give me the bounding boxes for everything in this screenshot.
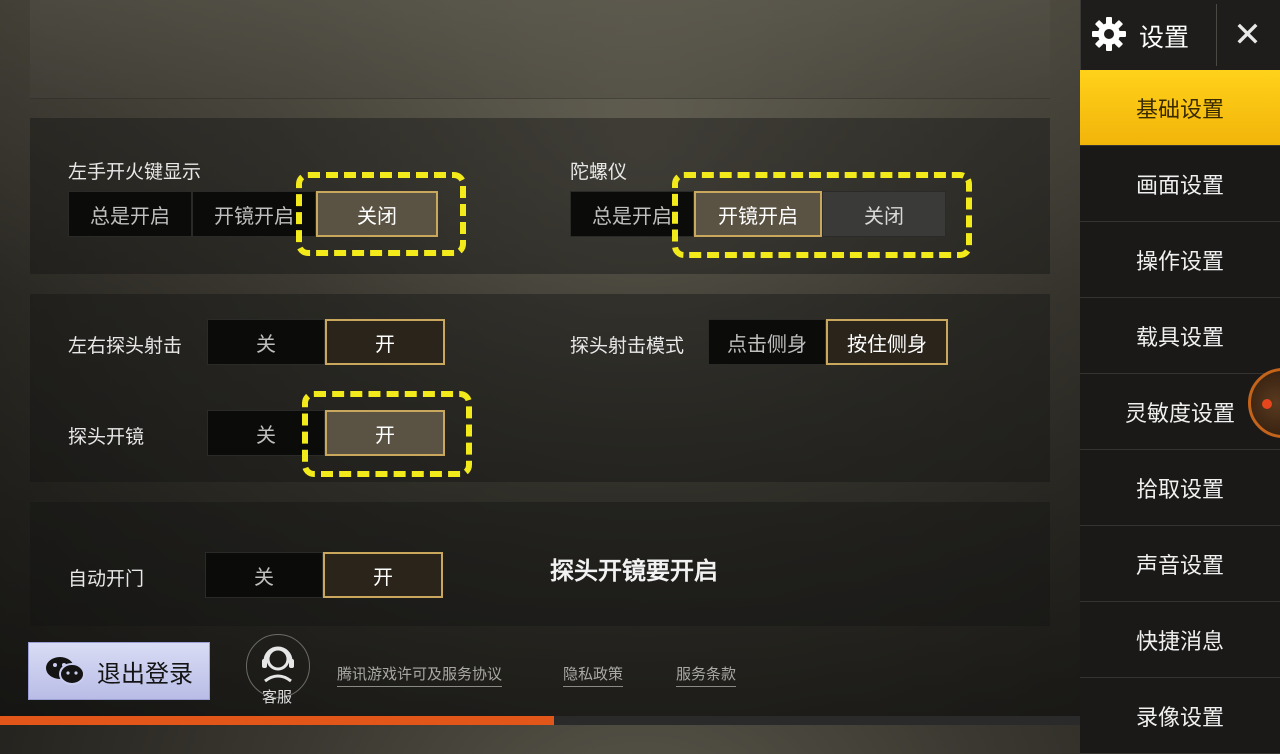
sidebar-item-audio[interactable]: 声音设置	[1080, 526, 1280, 602]
peek-mode-option-tap[interactable]: 点击侧身	[708, 319, 826, 365]
highlight-peek-scope-on	[302, 391, 472, 477]
logout-button[interactable]: 退出登录	[28, 642, 210, 700]
peek-scope-label: 探头开镜	[68, 426, 145, 448]
highlight-gyro	[672, 172, 972, 258]
peek-fire-label: 左右探头射击	[68, 335, 183, 357]
peek-mode-label: 探头射击模式	[570, 335, 685, 357]
peek-fire-option-on[interactable]: 开	[325, 319, 445, 365]
sidebar-item-basic[interactable]: 基础设置	[1080, 70, 1280, 146]
peek-fire-option-off[interactable]: 关	[207, 319, 325, 365]
auto-door-segment: 关 开	[205, 552, 443, 598]
video-progress-bar[interactable]	[0, 716, 1080, 725]
gyro-label: 陀螺仪	[570, 161, 628, 183]
sidebar-item-replay[interactable]: 录像设置	[1080, 678, 1280, 754]
sidebar-item-graphics[interactable]: 画面设置	[1080, 146, 1280, 222]
close-button[interactable]: ✕	[1216, 4, 1278, 66]
left-fire-option-always[interactable]: 总是开启	[68, 191, 192, 237]
auto-door-option-on[interactable]: 开	[323, 552, 443, 598]
close-icon: ✕	[1233, 15, 1262, 55]
annotation-text: 探头开镜要开启	[550, 557, 718, 585]
logout-label: 退出登录	[97, 659, 193, 688]
panel-door	[30, 502, 1050, 626]
link-terms-of-service[interactable]: 服务条款	[676, 663, 737, 687]
wechat-icon	[46, 657, 85, 685]
left-fire-label: 左手开火键显示	[68, 161, 202, 183]
sidebar-item-quick-message[interactable]: 快捷消息	[1080, 602, 1280, 678]
link-privacy-policy[interactable]: 隐私政策	[563, 663, 624, 687]
customer-service-label: 客服	[262, 688, 293, 706]
sidebar-item-vehicle[interactable]: 载具设置	[1080, 298, 1280, 374]
sidebar-item-controls[interactable]: 操作设置	[1080, 222, 1280, 298]
gear-icon	[1092, 17, 1126, 51]
highlight-left-fire-off	[296, 172, 466, 256]
link-license-agreement[interactable]: 腾讯游戏许可及服务协议	[337, 663, 503, 687]
top-panel	[30, 0, 1050, 99]
peek-mode-segment: 点击侧身 按住侧身	[708, 319, 948, 365]
orb-dot-icon	[1262, 399, 1272, 409]
peek-fire-segment: 关 开	[207, 319, 445, 365]
sidebar-title: 设置	[1139, 23, 1190, 52]
peek-mode-option-hold[interactable]: 按住侧身	[826, 319, 948, 365]
video-progress-fill	[0, 716, 555, 725]
sidebar-item-pickup[interactable]: 拾取设置	[1080, 450, 1280, 526]
auto-door-option-off[interactable]: 关	[205, 552, 323, 598]
auto-door-label: 自动开门	[68, 568, 145, 590]
